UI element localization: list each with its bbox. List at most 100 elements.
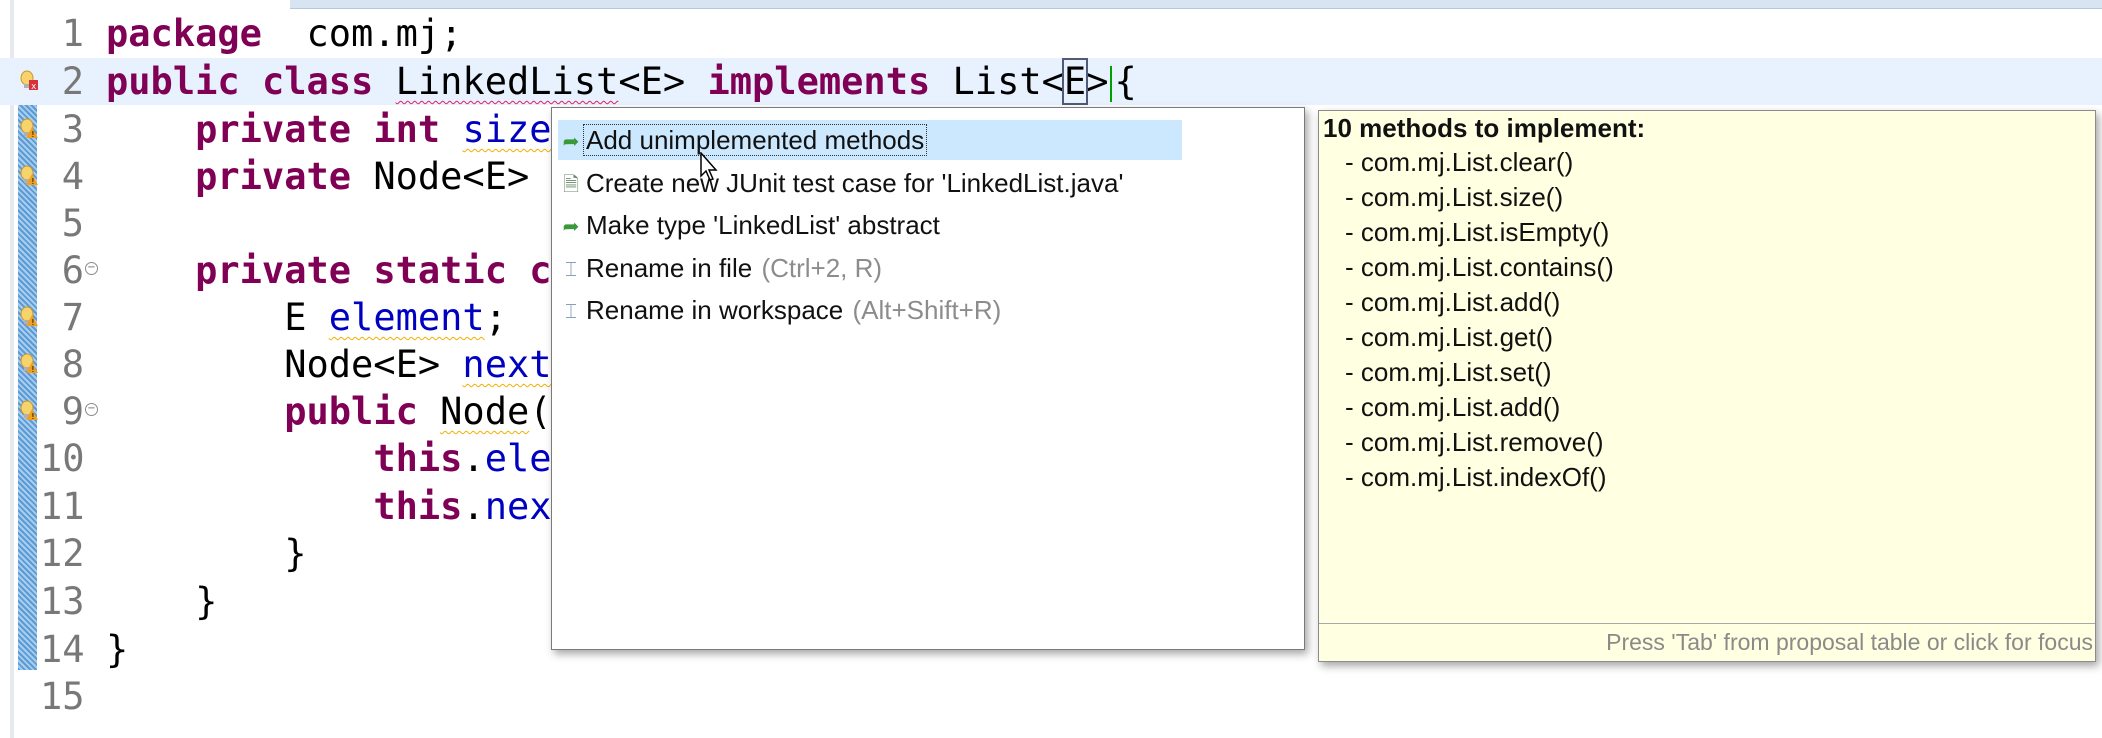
method-item: - com.mj.List.get() xyxy=(1345,322,1554,352)
line-number: 5 xyxy=(61,202,84,245)
code-line[interactable]: 2 x public class LinkedList<E> implements … xyxy=(0,58,2102,105)
warning-quickfix-icon[interactable]: ! xyxy=(20,306,38,328)
code-token: element xyxy=(328,296,485,339)
line-number: 6 xyxy=(61,249,84,292)
quick-fix-item[interactable]: ⌶ Rename in file (Ctrl+2, R) xyxy=(558,248,1178,288)
code-token: implements xyxy=(707,60,931,103)
code-token: int xyxy=(373,108,441,151)
code-token: public xyxy=(284,390,418,433)
line-number: 7 xyxy=(61,296,84,339)
code-token: } xyxy=(106,580,218,623)
svg-text:!: ! xyxy=(31,130,36,139)
quick-fix-label: Add unimplemented methods xyxy=(582,124,928,156)
code-token: } xyxy=(106,628,129,671)
code-token: Node<E> xyxy=(351,155,552,198)
rename-icon: ⌶ xyxy=(565,258,577,281)
warning-quickfix-icon[interactable]: ! xyxy=(20,353,38,375)
line-number: 12 xyxy=(40,532,85,575)
code-token: nex xyxy=(484,485,552,528)
code-line[interactable]: 15 xyxy=(0,673,2102,720)
quick-fix-label: Create new JUnit test case for 'LinkedLi… xyxy=(586,167,1124,198)
code-text: private static c xyxy=(106,247,551,294)
svg-text:!: ! xyxy=(31,318,36,327)
code-text: package com.mj; xyxy=(106,10,462,57)
code-token: size xyxy=(462,108,552,151)
line-number: 11 xyxy=(40,485,85,528)
line-number: 3 xyxy=(61,108,84,151)
svg-text:!: ! xyxy=(31,177,36,186)
code-text: this.nex xyxy=(106,483,552,530)
method-item: - com.mj.List.clear() xyxy=(1345,147,1574,177)
line-number: 2 xyxy=(61,60,84,103)
svg-text:x: x xyxy=(31,82,37,92)
warning-quickfix-icon[interactable]: ! xyxy=(20,400,38,422)
svg-text:!: ! xyxy=(31,412,36,421)
error-quickfix-icon[interactable]: x xyxy=(20,70,38,92)
code-token: next xyxy=(462,343,552,386)
code-token: static xyxy=(373,249,507,292)
code-token: private xyxy=(195,155,352,198)
quick-fix-popup: ➦ Add unimplemented methods 🗎 Create new JU… xyxy=(551,107,1305,650)
method-item: - com.mj.List.set() xyxy=(1345,357,1552,387)
code-text: } xyxy=(106,530,306,577)
svg-text:!: ! xyxy=(31,365,36,374)
fold-toggle-icon[interactable]: − xyxy=(85,262,98,275)
code-token: E xyxy=(106,296,329,339)
code-token: package xyxy=(106,12,262,55)
code-text: E element; xyxy=(106,294,507,341)
quick-fix-item[interactable]: 🗎 Create new JUnit test case for 'LinkedL… xyxy=(558,163,1178,203)
code-token: . xyxy=(462,485,485,528)
fold-toggle-icon[interactable]: − xyxy=(85,403,98,416)
method-item: - com.mj.List.add() xyxy=(1345,287,1561,317)
quick-fix-label: Rename in workspace xyxy=(586,295,844,325)
quick-fix-item[interactable]: ➦ Add unimplemented methods xyxy=(558,120,1182,160)
method-item: - com.mj.List.indexOf() xyxy=(1345,462,1607,492)
quick-fix-label: Rename in file xyxy=(586,252,753,283)
shortcut-hint: (Ctrl+2, R) xyxy=(761,252,883,283)
quick-fix-info-panel[interactable]: 10 methods to implement: - com.mj.List.c… xyxy=(1318,110,2096,662)
line-number: 15 xyxy=(40,675,85,718)
code-token: private xyxy=(195,108,352,151)
quick-fix-item[interactable]: ➦ Make type 'LinkedList' abstract xyxy=(558,205,1178,245)
code-token: . xyxy=(462,437,485,480)
line-number: 14 xyxy=(40,628,85,671)
code-text: this.ele xyxy=(106,435,551,482)
quick-fix-item[interactable]: ⌶ Rename in workspace (Alt+Shift+R) xyxy=(558,290,1178,330)
line-number: 1 xyxy=(61,12,84,55)
shortcut-hint: (Alt+Shift+R) xyxy=(852,295,1002,325)
code-text: } xyxy=(106,626,128,673)
warning-quickfix-icon[interactable]: ! xyxy=(20,165,38,187)
warning-quickfix-icon[interactable]: ! xyxy=(20,118,38,140)
info-footer: Press 'Tab' from proposal table or click… xyxy=(1606,629,2093,655)
line-number: 9 xyxy=(61,390,84,433)
mouse-cursor-icon xyxy=(700,152,718,181)
line-number: 13 xyxy=(40,580,85,623)
code-token: ( xyxy=(529,390,552,433)
code-text: public Node( xyxy=(106,388,552,435)
code-token: E xyxy=(1061,58,1089,105)
code-token: private xyxy=(195,249,352,292)
rename-icon: ⌶ xyxy=(565,301,577,324)
editor-tab-strip xyxy=(290,0,2102,9)
code-line[interactable]: 1 package com.mj; xyxy=(0,10,2102,57)
text-caret xyxy=(1110,65,1113,102)
green-arrow-icon: ➦ xyxy=(562,131,580,154)
code-text: Node<E> next xyxy=(106,341,552,388)
code-token: > xyxy=(1086,60,1109,103)
code-token: class xyxy=(261,60,374,103)
code-token: Node<E> xyxy=(106,343,463,386)
code-text: } xyxy=(106,578,217,625)
line-number: 8 xyxy=(61,343,84,386)
code-token: this xyxy=(373,437,463,480)
code-token: List< xyxy=(930,60,1064,103)
method-item: - com.mj.List.contains() xyxy=(1345,252,1614,282)
